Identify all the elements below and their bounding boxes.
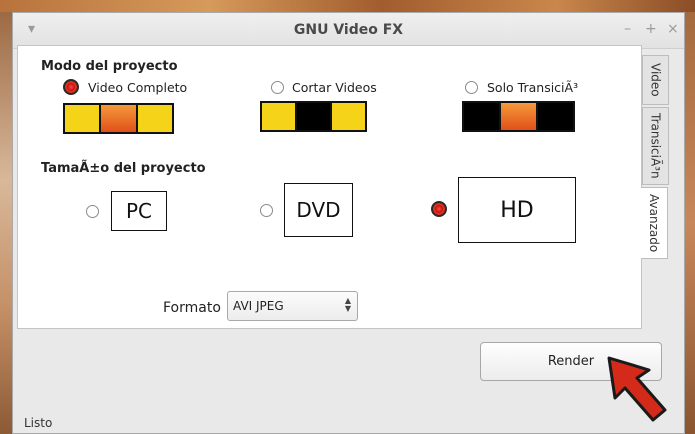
tab-transicion[interactable]: TransiciÃ³n xyxy=(642,107,669,185)
video-completo-label[interactable]: Video Completo xyxy=(88,80,187,95)
solo-transicion-preview xyxy=(462,101,575,132)
size-hd-box[interactable]: HD xyxy=(458,177,576,243)
format-select-value: AVI JPEG xyxy=(233,299,284,313)
size-hd-label: HD xyxy=(500,197,534,223)
desktop-background-left xyxy=(0,12,12,434)
cortar-videos-preview xyxy=(260,101,367,132)
size-dvd-box[interactable]: DVD xyxy=(284,183,353,237)
minimize-button[interactable]: – xyxy=(624,21,631,37)
video-completo-preview xyxy=(63,103,174,134)
format-select[interactable]: AVI JPEG ▲ ▼ xyxy=(227,291,358,321)
tab-video-label: Video xyxy=(648,63,663,97)
video-completo-radio[interactable] xyxy=(63,79,79,95)
desktop-background-top xyxy=(0,0,695,12)
solo-transicion-label[interactable]: Solo TransiciÃ³ xyxy=(487,80,578,95)
title-bar[interactable]: ▾ GNU Video FX – + × xyxy=(13,13,684,49)
project-size-heading: TamaÃ±o del proyecto xyxy=(41,161,206,176)
select-arrows-icon: ▲ ▼ xyxy=(344,296,351,313)
window-title: GNU Video FX xyxy=(293,22,404,38)
tab-avanzado-label: Avanzado xyxy=(647,193,661,253)
format-label: Formato xyxy=(163,300,221,316)
desktop-background-right xyxy=(685,12,695,434)
solo-transicion-radio[interactable] xyxy=(465,81,478,94)
tab-video[interactable]: Video xyxy=(642,55,669,105)
size-pc-box[interactable]: PC xyxy=(111,191,167,231)
size-pc-label: PC xyxy=(125,199,153,223)
tab-transicion-label: TransiciÃ³n xyxy=(648,113,663,179)
project-mode-heading: Modo del proyecto xyxy=(41,59,178,74)
size-hd-radio[interactable] xyxy=(431,201,447,217)
cortar-videos-radio[interactable] xyxy=(271,81,284,94)
status-text: Listo xyxy=(24,416,53,430)
size-dvd-label: DVD xyxy=(296,198,341,222)
size-dvd-radio[interactable] xyxy=(260,204,273,217)
cortar-videos-label[interactable]: Cortar Videos xyxy=(292,80,377,95)
size-pc-radio[interactable] xyxy=(86,205,99,218)
tab-avanzado[interactable]: Avanzado xyxy=(641,187,668,259)
maximize-button[interactable]: + xyxy=(645,21,657,37)
red-pointer-arrow-icon xyxy=(607,356,667,422)
close-button[interactable]: × xyxy=(667,21,679,37)
